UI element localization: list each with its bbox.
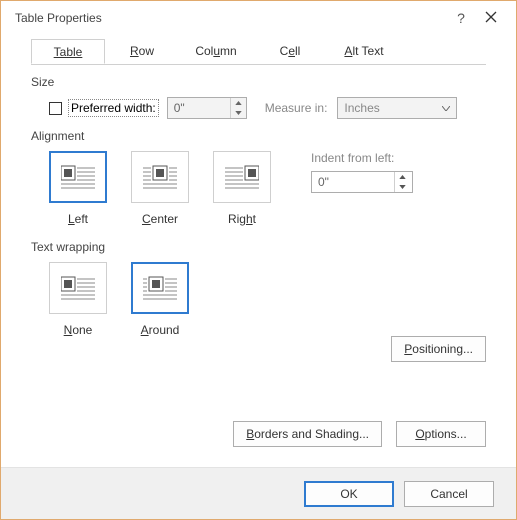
wrap-none-icon [61, 274, 95, 302]
align-right-icon [225, 163, 259, 191]
tab-row[interactable]: Row [105, 39, 179, 64]
ok-button[interactable]: OK [304, 481, 394, 507]
borders-shading-button[interactable]: Borders and Shading... [233, 421, 382, 447]
preferred-width-input[interactable] [168, 98, 230, 118]
align-center-icon [143, 163, 177, 191]
wrapping-section-label: Text wrapping [31, 240, 486, 254]
dialog-title: Table Properties [15, 11, 446, 25]
close-button[interactable] [476, 11, 506, 26]
wrap-around-option[interactable]: Around [131, 262, 189, 337]
size-section-label: Size [31, 75, 486, 89]
indent-spinner[interactable] [311, 171, 413, 193]
indent-input[interactable] [312, 172, 394, 192]
cancel-button[interactable]: Cancel [404, 481, 494, 507]
align-center-option[interactable]: Center [131, 151, 189, 226]
alignment-section-label: Alignment [31, 129, 486, 143]
positioning-button[interactable]: Positioning... [391, 336, 486, 362]
wrap-none-option[interactable]: None [49, 262, 107, 337]
tab-cell[interactable]: Cell [253, 39, 327, 64]
preferred-width-label: Preferred width: [68, 99, 159, 117]
tab-alt-text[interactable]: Alt Text [327, 39, 401, 64]
table-properties-dialog: Table Properties ? Table Row Column Cell… [0, 0, 517, 520]
align-left-option[interactable]: Left [49, 151, 107, 226]
tab-column[interactable]: Column [179, 39, 253, 64]
preferred-width-checkbox[interactable] [49, 102, 62, 115]
align-right-option[interactable]: Right [213, 151, 271, 226]
measure-in-label: Measure in: [265, 101, 328, 115]
tabstrip: Table Row Column Cell Alt Text [31, 39, 486, 65]
titlebar: Table Properties ? [1, 1, 516, 35]
spinner-up-icon[interactable] [231, 98, 246, 108]
chevron-down-icon [442, 106, 450, 111]
indent-from-left-label: Indent from left: [311, 151, 413, 165]
preferred-width-spinner[interactable] [167, 97, 247, 119]
align-left-icon [61, 163, 95, 191]
tab-table[interactable]: Table [31, 39, 105, 64]
spinner-down-icon[interactable] [231, 108, 246, 118]
measure-in-select[interactable]: Inches [337, 97, 457, 119]
help-button[interactable]: ? [446, 10, 476, 26]
wrap-around-icon [143, 274, 177, 302]
measure-in-value: Inches [344, 101, 379, 115]
spinner-up-icon[interactable] [395, 172, 410, 182]
spinner-down-icon[interactable] [395, 182, 410, 192]
options-button[interactable]: Options... [396, 421, 486, 447]
dialog-footer: OK Cancel [1, 467, 516, 519]
